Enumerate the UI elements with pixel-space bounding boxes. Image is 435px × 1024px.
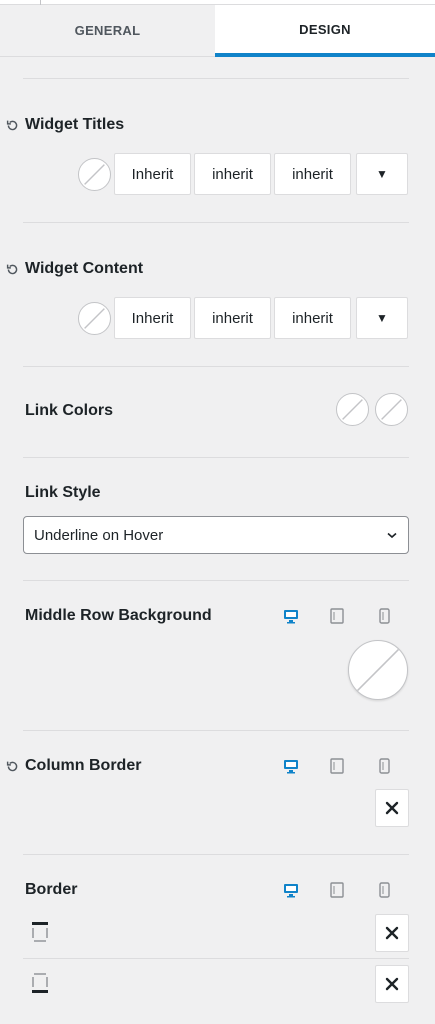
section-divider [23, 730, 409, 731]
border-bottom-clear-button[interactable] [375, 965, 409, 1003]
widget-content-font-weight[interactable]: inherit [194, 297, 271, 339]
widget-content-text-transform[interactable]: inherit [274, 297, 351, 339]
close-icon [385, 977, 399, 991]
widget-content-more-button[interactable]: ▼ [356, 297, 408, 339]
tablet-icon[interactable] [328, 881, 346, 899]
link-style-selected: Underline on Hover [34, 526, 164, 544]
middle-row-background-swatch[interactable] [348, 640, 408, 700]
caret-down-icon: ▼ [376, 167, 388, 181]
widget-titles-font-family[interactable]: Inherit [114, 153, 191, 195]
widget-titles-text-transform[interactable]: inherit [274, 153, 351, 195]
link-color-swatch[interactable] [336, 393, 369, 426]
mobile-icon[interactable] [375, 881, 393, 899]
widget-titles-heading: Widget Titles [25, 116, 125, 133]
border-top-icon [28, 920, 52, 944]
section-divider [23, 854, 409, 855]
desktop-icon[interactable] [282, 881, 300, 899]
section-divider [23, 457, 409, 458]
link-hover-color-swatch[interactable] [375, 393, 408, 426]
border-heading: Border [25, 881, 78, 898]
link-colors-heading: Link Colors [25, 402, 114, 419]
tab-bar: GENERAL DESIGN [0, 5, 435, 57]
widget-titles-font-weight[interactable]: inherit [194, 153, 271, 195]
reset-icon[interactable] [5, 118, 19, 132]
section-divider [23, 580, 409, 581]
widget-content-color-swatch[interactable] [78, 302, 111, 335]
mobile-icon[interactable] [375, 757, 393, 775]
border-top-clear-button[interactable] [375, 914, 409, 952]
desktop-icon[interactable] [282, 757, 300, 775]
section-divider [23, 366, 409, 367]
column-border-heading: Column Border [25, 757, 142, 774]
tab-design[interactable]: DESIGN [215, 5, 435, 57]
tablet-icon[interactable] [328, 607, 346, 625]
middle-row-background-heading: Middle Row Background [25, 607, 212, 624]
chevron-down-icon [387, 532, 397, 539]
link-style-select[interactable]: Underline on Hover [23, 516, 409, 554]
widget-content-heading: Widget Content [25, 260, 144, 277]
reset-icon[interactable] [5, 759, 19, 773]
link-style-heading: Link Style [25, 484, 101, 501]
close-icon [385, 926, 399, 940]
row-divider [23, 958, 409, 959]
border-bottom-icon [28, 971, 52, 995]
section-divider [23, 222, 409, 223]
caret-down-icon: ▼ [376, 311, 388, 325]
widget-titles-color-swatch[interactable] [78, 158, 111, 191]
section-divider [23, 78, 409, 79]
tablet-icon[interactable] [328, 757, 346, 775]
column-border-clear-button[interactable] [375, 789, 409, 827]
desktop-icon[interactable] [282, 607, 300, 625]
widget-content-font-family[interactable]: Inherit [114, 297, 191, 339]
tab-general[interactable]: GENERAL [0, 5, 215, 57]
widget-titles-more-button[interactable]: ▼ [356, 153, 408, 195]
close-icon [385, 801, 399, 815]
mobile-icon[interactable] [375, 607, 393, 625]
reset-icon[interactable] [5, 262, 19, 276]
